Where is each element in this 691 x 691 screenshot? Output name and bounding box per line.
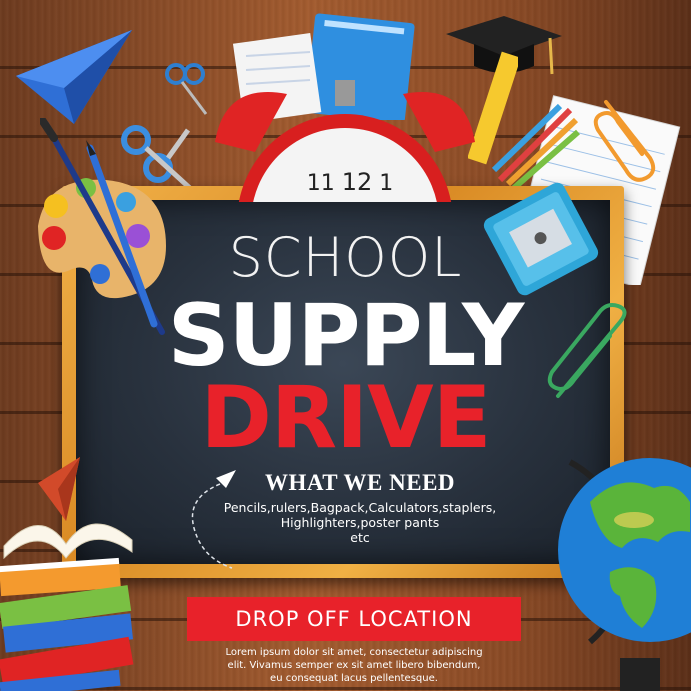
drop-off-details: Lorem ipsum dolor sit amet, consectetur …: [180, 646, 528, 685]
needs-line: Highlighters,poster pants: [280, 515, 440, 530]
needs-title: WHAT WE NEED: [264, 470, 456, 495]
needs-list: Pencils,rulers,Bagpack,Calculators,stapl…: [205, 500, 515, 545]
paper-plane-icon: [16, 30, 132, 124]
needs-line: etc: [350, 530, 370, 545]
book-stack-icon: [0, 523, 134, 691]
drop-off-line: Lorem ipsum dolor sit amet, consectetur …: [225, 647, 483, 658]
drop-off-location-banner: DROP OFF LOCATION: [187, 597, 521, 641]
drop-off-line: elit. Vivamus semper ex sit amet libero …: [227, 660, 481, 671]
drop-off-label: DROP OFF LOCATION: [235, 607, 473, 631]
globe-icon: [558, 458, 691, 691]
drop-off-line: eu consequat lacus pellentesque.: [270, 673, 438, 684]
needs-line: Pencils,rulers,Bagpack,Calculators,stapl…: [223, 500, 497, 515]
flyer-poster: 11 12 1 SCHOOL SUPPLY DRIVE WHAT WE NEED…: [0, 0, 691, 691]
headline-school: SCHOOL: [228, 226, 463, 289]
paper-clip-icon: [593, 100, 656, 182]
clock-face-numbers: 11 12 1: [306, 168, 394, 196]
